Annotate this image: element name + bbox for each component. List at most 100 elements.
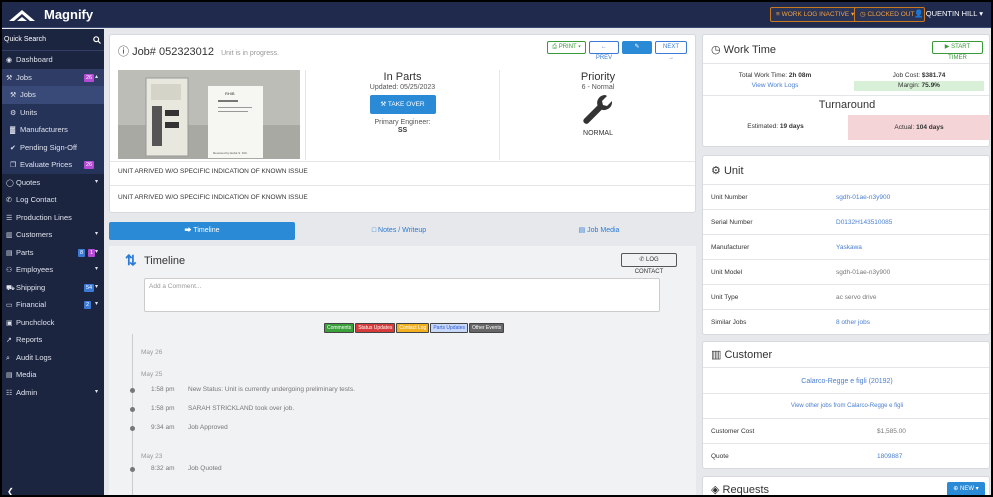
- unit-photo[interactable]: RHIB Received by Eoba S. INC.: [118, 70, 300, 159]
- sidebar-item[interactable]: ⚙ Units: [2, 103, 104, 121]
- comment-textarea[interactable]: Add a Comment...: [144, 278, 660, 312]
- take-over-button[interactable]: ⚒ TAKE OVER: [369, 95, 436, 114]
- work-time-title: Work Time: [723, 44, 777, 56]
- sidebar-item[interactable]: ☷ Admin ▾: [2, 384, 104, 402]
- customer-other-jobs-link[interactable]: View other jobs from Calarco-Regge e fig…: [703, 403, 991, 409]
- unit-row-value[interactable]: Yaskawa: [836, 244, 862, 251]
- event-text: SARAH STRICKLAND took over job.: [188, 405, 295, 412]
- sidebar-item[interactable]: ▭ Financial 2 ▾: [2, 296, 104, 314]
- filter-toggle[interactable]: Other Events: [469, 323, 505, 333]
- next-button[interactable]: NEXT →: [655, 41, 687, 61]
- divider: [110, 161, 695, 162]
- actual-turnaround: Actual: 104 days: [848, 115, 990, 140]
- cogs-icon: ⚙: [711, 165, 721, 177]
- sidebar-item[interactable]: ▤ Parts 8 1 ▾: [2, 244, 104, 262]
- log-contact-label: LOG CONTACT: [634, 257, 664, 275]
- timeline-title: Timeline: [144, 255, 186, 267]
- tab-timeline[interactable]: ⮕ Timeline: [109, 222, 295, 240]
- sidebar-item-label: Financial: [16, 300, 47, 309]
- job-card: ⓘ Job# 052323012 Unit is in progress. ⎙ …: [109, 34, 696, 213]
- sidebar-item[interactable]: ⌕ Audit Logs: [2, 349, 104, 367]
- sidebar-item-label: Manufacturers: [20, 125, 68, 134]
- user-menu[interactable]: 👤 QUENTIN HILL ▾: [914, 9, 983, 18]
- prev-button[interactable]: ← PREV: [589, 41, 619, 61]
- sidebar-item-label: Punchclock: [16, 317, 55, 327]
- unit-row-label: Unit Number: [711, 194, 748, 201]
- filter-toggle[interactable]: Status Updates: [355, 323, 396, 333]
- sidebar-item-label: Parts: [16, 247, 34, 257]
- log-contact-button[interactable]: ✆ LOG CONTACT: [621, 253, 677, 275]
- divider: [703, 418, 989, 419]
- sidebar-item[interactable]: ▥ Customers ▾: [2, 226, 104, 244]
- timeline-dot: [130, 407, 135, 412]
- app-name: Magnify: [44, 7, 94, 22]
- unit-title: Unit: [723, 165, 744, 177]
- sidebar-item[interactable]: ✔ Pending Sign-Off: [2, 138, 104, 156]
- tab-notes[interactable]: □ Notes / Writeup: [302, 222, 496, 240]
- edit-button[interactable]: ✎ EDIT: [622, 41, 652, 61]
- timeline-panel: ⇅ Timeline ✆ LOG CONTACT Add a Comment..…: [109, 246, 696, 495]
- unit-row-value[interactable]: 8 other jobs: [836, 319, 870, 326]
- unit-row-value[interactable]: D0132H143510085: [836, 219, 892, 226]
- brand[interactable]: Magnify: [8, 7, 93, 22]
- tab-media[interactable]: ▤ Job Media: [502, 222, 696, 240]
- servo-drive-image: [118, 70, 300, 159]
- sidebar-item[interactable]: ◉ Dashboard: [2, 51, 104, 69]
- search-icon: ⌕: [6, 354, 10, 362]
- credit-card-icon: ▭: [6, 302, 13, 309]
- quick-search[interactable]: Quick Search: [2, 29, 104, 51]
- job-note: UNIT ARRIVED W/O SPECIFIC INDICATION OF …: [118, 194, 308, 201]
- total-label: Total Work Time:: [738, 72, 788, 79]
- search-icon: [93, 36, 101, 44]
- sidebar-item[interactable]: ▤ Media: [2, 366, 104, 384]
- sidebar-item-label: Employees: [16, 265, 54, 274]
- customer-cost-label: Customer Cost: [711, 428, 755, 435]
- wrench-icon: ⚒: [6, 74, 13, 82]
- sidebar-item[interactable]: ⛟Shipping 54 ▾: [2, 279, 104, 297]
- sidebar-item-label: Dashboard: [16, 55, 53, 64]
- estimated-turnaround: Estimated: 19 days: [703, 115, 848, 139]
- sidebar-item[interactable]: ⚇ Employees ▾: [2, 261, 104, 279]
- customer-name-link[interactable]: Calarco-Regge e figli (20192): [703, 378, 991, 385]
- filter-toggle[interactable]: Contact Log: [396, 323, 430, 333]
- timeline-dot: [130, 426, 135, 431]
- sidebar-item[interactable]: ⚒ Jobs: [2, 86, 104, 104]
- job-number: Job# 052323012: [132, 46, 215, 58]
- work-log-dropdown[interactable]: ≡ WORK LOG INACTIVE ▾: [770, 7, 861, 22]
- print-button[interactable]: ⎙ PRINT ▾: [547, 41, 586, 54]
- sidebar-item[interactable]: ▣ Punchclock: [2, 314, 104, 332]
- sidebar-item[interactable]: ☰ Production Lines: [2, 209, 104, 227]
- priority-value: 6 - Normal: [581, 84, 615, 91]
- start-timer-button[interactable]: ▶ START TIMER: [932, 41, 983, 61]
- sidebar-item[interactable]: ✆ Log Contact: [2, 191, 104, 209]
- magnify-logo-icon: [9, 9, 35, 21]
- sidebar-item[interactable]: ⚒ Jobs 26 ▴: [2, 68, 104, 86]
- count-badge: 26: [84, 73, 95, 82]
- print-label: PRINT: [558, 44, 577, 50]
- engineer-value: SS: [397, 127, 408, 134]
- view-work-logs-link[interactable]: View Work Logs: [703, 82, 847, 89]
- sidebar-item-label: Quotes: [16, 177, 41, 187]
- sidebar-menu: ◉ Dashboard ⚒ Jobs 26 ▴ ⚒ Jobs ⚙ Units ▓ Manufactur…: [2, 51, 104, 401]
- quote-link[interactable]: 1809887: [877, 453, 902, 460]
- filter-toggle[interactable]: Comments: [324, 323, 355, 333]
- tab-notes-label: Notes / Writeup: [378, 227, 427, 234]
- building-icon: ▥: [6, 232, 13, 239]
- job-cost: Job Cost: $381.74: [854, 72, 984, 79]
- job-title-area: ⓘ Job# 052323012 Unit is in progress.: [118, 43, 279, 59]
- sidebar-item[interactable]: ▓ Manufacturers: [2, 121, 104, 139]
- sidebar-item[interactable]: ↗ Reports: [2, 331, 104, 349]
- unit-header: ⚙ Unit: [711, 164, 744, 177]
- collapse-sidebar-icon[interactable]: ❮: [7, 487, 14, 495]
- sidebar-item[interactable]: ◯ Quotes ▾: [2, 174, 104, 192]
- unit-row-label: Serial Number: [711, 219, 753, 226]
- next-label: NEXT: [663, 44, 679, 50]
- count-badge: 8: [78, 248, 86, 257]
- sidebar-item-label: Jobs: [16, 72, 32, 82]
- new-request-button[interactable]: ⊕ NEW ▾: [947, 482, 985, 495]
- total-value: 2h 08m: [788, 72, 812, 79]
- sidebar-item[interactable]: ❐ Evaluate Prices 26: [2, 156, 104, 174]
- table-icon: ☷: [6, 389, 13, 397]
- filter-toggle[interactable]: Parts Updates: [430, 323, 469, 333]
- unit-row-value[interactable]: sgdh-01ae-n3y900: [836, 194, 890, 201]
